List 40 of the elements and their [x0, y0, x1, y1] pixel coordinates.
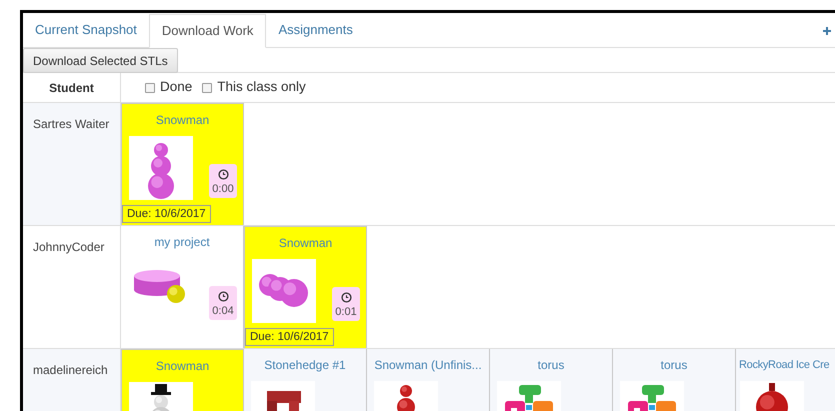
- project-title[interactable]: torus: [619, 357, 729, 373]
- student-name: madelinereich: [33, 363, 108, 377]
- time-text: 0:01: [335, 305, 357, 319]
- due-date-label: Due: 10/6/2017: [122, 205, 211, 223]
- clock-icon: [218, 169, 228, 180]
- tab[interactable]: Current Snapshot: [23, 13, 149, 47]
- project-card[interactable]: RockyRoad Ice Cre: [736, 349, 835, 411]
- plus-icon[interactable]: [823, 27, 831, 35]
- project-card[interactable]: Snowman 0:01 Due: 10/6/2017: [244, 226, 367, 348]
- tab[interactable]: Assignments: [266, 13, 365, 47]
- project-card[interactable]: torus: [613, 349, 736, 411]
- project-title[interactable]: Snowman: [251, 235, 360, 251]
- column-header: Student: [49, 80, 94, 96]
- checkbox-label: This class only: [217, 78, 306, 96]
- model-thumbnail: [252, 259, 316, 323]
- project-card[interactable]: Stonehedge #1: [244, 349, 367, 411]
- clock-icon: [218, 291, 228, 302]
- download-selected-button[interactable]: Download Selected STLs: [23, 48, 178, 73]
- project-card[interactable]: Snowman 0:00 Due: 10/6/2017: [121, 103, 244, 225]
- time-text: 0:00: [212, 182, 234, 196]
- project-card[interactable]: Snowman (Unfinis...: [367, 349, 490, 411]
- checkbox-label: Done: [160, 78, 192, 96]
- project-title[interactable]: Snowman: [128, 358, 237, 374]
- project-title[interactable]: RockyRoad Ice Cre: [739, 357, 830, 373]
- checkbox[interactable]: [145, 82, 155, 92]
- tab[interactable]: Download Work: [148, 14, 266, 48]
- student-name: Sartres Waiter: [33, 117, 110, 131]
- project-title[interactable]: Snowman (Unfinis...: [373, 357, 483, 373]
- checkbox[interactable]: [202, 82, 212, 92]
- project-title[interactable]: Snowman: [128, 112, 237, 128]
- project-card[interactable]: torus: [490, 349, 613, 411]
- project-title[interactable]: torus: [496, 357, 606, 373]
- due-date-label: Due: 10/6/2017: [245, 328, 334, 346]
- project-card[interactable]: Snowman: [121, 349, 244, 411]
- project-title[interactable]: Stonehedge #1: [250, 357, 360, 373]
- time-text: 0:04: [212, 304, 234, 318]
- student-name: JohnnyCoder: [33, 240, 104, 254]
- clock-icon: [340, 292, 352, 303]
- model-thumbnail: [129, 136, 193, 200]
- project-title[interactable]: my project: [127, 234, 237, 250]
